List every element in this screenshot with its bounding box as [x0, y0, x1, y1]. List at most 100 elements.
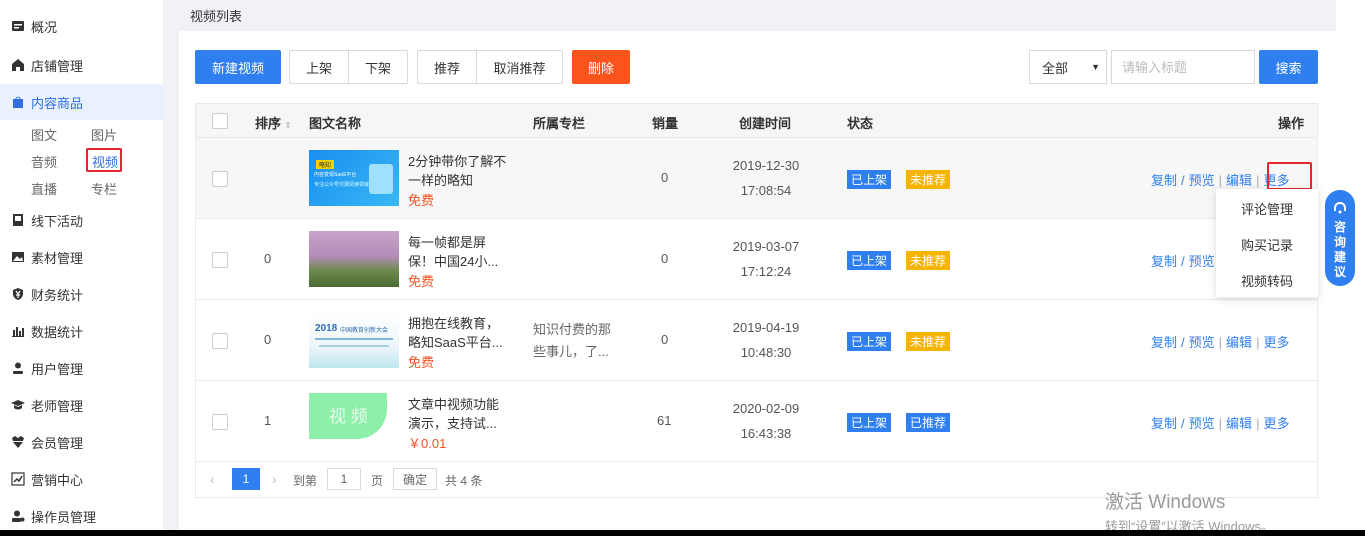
store-icon	[10, 58, 25, 73]
menu-item-transcode[interactable]: 视频转码	[1216, 262, 1318, 298]
cancel-recommend-button[interactable]: 取消推荐	[476, 51, 562, 83]
title-search-input[interactable]	[1111, 50, 1255, 84]
created-clock: 17:12:24	[740, 264, 792, 279]
video-thumbnail[interactable]	[309, 231, 399, 287]
sidebar-item-material[interactable]: 素材管理	[0, 239, 163, 275]
sub-item-image[interactable]: 图片	[91, 125, 117, 144]
sidebar-item-label: 店铺管理	[31, 58, 84, 74]
recommend-button[interactable]: 推荐	[418, 51, 476, 83]
table-row[interactable]: 略知 內容变现SaaS平台 专注公众号付费阅读领域 2分钟带你了解不一样的略知 …	[195, 138, 1318, 219]
consult-char: 询	[1333, 235, 1346, 249]
created-clock: 16:43:38	[740, 426, 792, 441]
recommend-badge: 未推荐	[906, 251, 951, 270]
headset-icon	[1334, 202, 1346, 214]
next-page-icon[interactable]: ›	[272, 471, 277, 487]
sidebar-item-label: 内容商品	[31, 95, 84, 111]
delete-button[interactable]: 删除	[572, 50, 630, 84]
shelf-button-group: 上架 下架	[289, 50, 408, 84]
prev-page-icon[interactable]: ‹	[210, 471, 215, 487]
created-date: 2020-02-09	[732, 401, 800, 416]
highlight-box	[86, 148, 122, 172]
consult-float-button[interactable]: 咨 询 建 议	[1325, 190, 1355, 286]
row-checkbox[interactable]	[212, 414, 228, 430]
sidebar-item-data[interactable]: 数据统计	[0, 313, 163, 349]
on-shelf-button[interactable]: 上架	[290, 51, 348, 83]
row-actions: 复制 / 预览 | 编辑 | 更多	[1151, 335, 1290, 350]
more-dropdown-menu: 评论管理 购买记录 视频转码	[1216, 189, 1318, 297]
sort-header[interactable]: 排序 ⇕	[255, 113, 291, 132]
thumb-text: 专注公众号付费阅读领域	[314, 182, 370, 188]
more-link[interactable]: 更多	[1263, 416, 1289, 431]
table-row[interactable]: 0 2018 中国教育创新大会 拥抱在线教育，略知SaaS平台... 免费 知识…	[195, 300, 1318, 381]
status-filter-select[interactable]: 全部 ▼	[1029, 50, 1107, 84]
sidebar-item-marketing[interactable]: 营销中心	[0, 461, 163, 497]
sidebar-item-offline[interactable]: 线下活动	[0, 202, 163, 238]
vip-icon	[10, 435, 25, 450]
sub-item-column[interactable]: 专栏	[91, 179, 117, 198]
select-all-checkbox[interactable]	[212, 113, 228, 129]
edit-link[interactable]: 编辑	[1226, 416, 1252, 431]
thumb-text: 內容变现SaaS平台	[314, 172, 357, 178]
edit-link[interactable]: 编辑	[1226, 173, 1252, 188]
sidebar-item-teachers[interactable]: 老师管理	[0, 387, 163, 423]
sidebar-item-members[interactable]: 会员管理	[0, 424, 163, 460]
row-checkbox[interactable]	[212, 171, 228, 187]
sidebar-item-finance[interactable]: 财务统计	[0, 276, 163, 312]
recommend-badge: 已推荐	[906, 413, 951, 432]
page-current[interactable]: 1	[232, 468, 260, 490]
sidebar-item-users[interactable]: 用户管理	[0, 350, 163, 386]
video-thumbnail[interactable]: 视 频	[309, 393, 399, 449]
watermark-line1: 激活 Windows	[1105, 492, 1226, 513]
sidebar-item-store[interactable]: 店铺管理	[0, 47, 163, 83]
sidebar-item-overview[interactable]: 概况	[0, 8, 163, 44]
video-list-card: 新建视频 上架 下架 推荐 取消推荐 删除 全部 ▼ 搜索 排序 ⇕ 图文名称 …	[179, 31, 1336, 530]
sub-item-live[interactable]: 直播	[31, 179, 57, 198]
sidebar-item-label: 会员管理	[31, 435, 84, 451]
flag-icon	[10, 213, 25, 228]
page-confirm-button[interactable]: 确定	[393, 468, 437, 490]
preview-link[interactable]: 预览	[1189, 173, 1215, 188]
video-title[interactable]: 2分钟带你了解不一样的略知	[408, 152, 508, 190]
menu-item-purchases[interactable]: 购买记录	[1216, 226, 1318, 262]
sub-item-article[interactable]: 图文	[31, 125, 57, 144]
video-thumbnail[interactable]: 略知 內容变现SaaS平台 专注公众号付费阅读领域	[309, 150, 399, 206]
preview-link[interactable]: 预览	[1189, 335, 1215, 350]
row-checkbox[interactable]	[212, 252, 228, 268]
row-checkbox[interactable]	[212, 333, 228, 349]
sidebar-item-label: 营销中心	[31, 472, 84, 488]
video-title[interactable]: 每一帧都是屏保！中国24小...	[408, 233, 508, 271]
recommend-badge: 未推荐	[906, 332, 951, 351]
table-row[interactable]: 0 每一帧都是屏保！中国24小... 免费 0 2019-03-07 17:12:…	[195, 219, 1318, 300]
table-header: 排序 ⇕ 图文名称 所属专栏 销量 创建时间 状态 操作	[195, 103, 1318, 138]
copy-link[interactable]: 复制	[1151, 335, 1177, 350]
status-header: 状态	[847, 116, 874, 131]
table-row[interactable]: 1 视 频 文章中视频功能演示，支持试... ￥0.01 61 2020-02-…	[195, 381, 1318, 462]
copy-link[interactable]: 复制	[1151, 173, 1177, 188]
video-title[interactable]: 拥抱在线教育，略知SaaS平台...	[408, 314, 508, 352]
consult-char: 咨	[1333, 220, 1346, 234]
off-shelf-button[interactable]: 下架	[348, 51, 407, 83]
video-title[interactable]: 文章中视频功能演示，支持试...	[408, 395, 508, 433]
ops-header: 操作	[1278, 116, 1305, 131]
preview-link[interactable]: 预览	[1189, 254, 1215, 269]
menu-item-comments[interactable]: 评论管理	[1216, 190, 1318, 226]
video-thumbnail[interactable]: 2018 中国教育创新大会	[309, 312, 399, 368]
thumb-text: 中国教育创新大会	[340, 328, 389, 334]
copy-link[interactable]: 复制	[1151, 416, 1177, 431]
edit-link[interactable]: 编辑	[1226, 335, 1252, 350]
taskbar-edge	[0, 530, 1365, 536]
sidebar-item-operators[interactable]: 操作员管理	[0, 498, 163, 534]
image-icon	[10, 250, 25, 265]
thumb-graphic	[369, 164, 393, 194]
created-time: 2019-12-30 17:08:54	[721, 153, 811, 203]
new-video-button[interactable]: 新建视频	[195, 50, 281, 84]
sales-value: 0	[661, 332, 669, 347]
preview-link[interactable]: 预览	[1189, 416, 1215, 431]
more-link[interactable]: 更多	[1263, 335, 1289, 350]
sidebar-item-content[interactable]: 内容商品	[0, 84, 163, 120]
breadcrumb: 视频列表	[190, 9, 243, 24]
sub-item-audio[interactable]: 音频	[31, 152, 57, 171]
page-number-input[interactable]: 1	[327, 468, 361, 490]
copy-link[interactable]: 复制	[1151, 254, 1177, 269]
search-button[interactable]: 搜索	[1259, 50, 1318, 84]
